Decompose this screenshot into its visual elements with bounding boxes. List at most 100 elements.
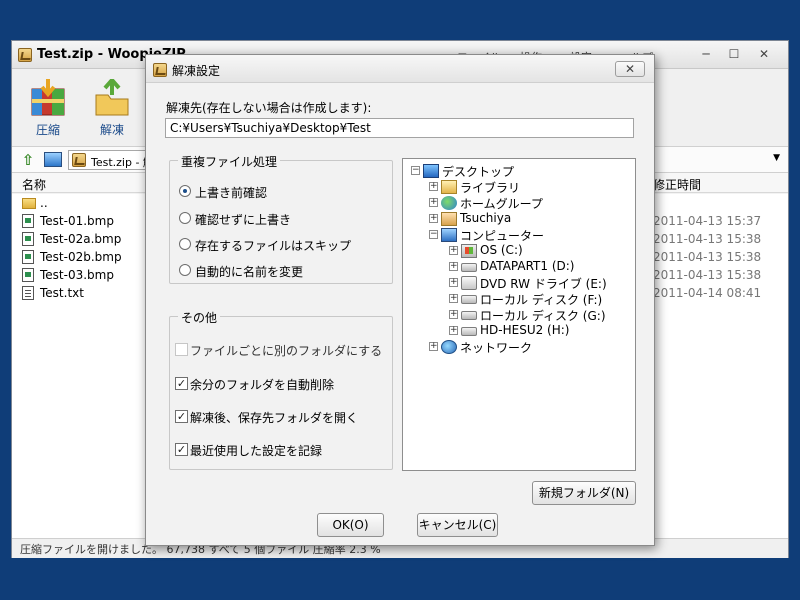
bmp-file-icon <box>22 214 34 228</box>
checkmark-icon: ✓ <box>175 410 188 423</box>
tree-label: DVD RW ドライブ (E:) <box>480 277 607 291</box>
tree-label: ローカル ディスク (F:) <box>480 293 603 307</box>
extract-settings-dialog: 解凍設定 ✕ 解凍先(存在しない場合は作成します): 重複ファイル処理 上書き前… <box>145 54 655 546</box>
drive-icon <box>461 263 477 272</box>
expand-icon[interactable]: + <box>449 310 458 319</box>
os-drive-icon <box>461 244 477 258</box>
destination-input[interactable] <box>165 118 634 138</box>
tree-label: ネットワーク <box>460 341 533 355</box>
radio-selected-icon <box>179 185 191 197</box>
tree-label: HD-HESU2 (H:) <box>480 323 570 337</box>
radio-icon <box>179 264 191 276</box>
tree-label: ローカル ディスク (G:) <box>480 309 606 323</box>
expand-icon[interactable]: + <box>449 278 458 287</box>
file-name: Test.txt <box>40 286 84 300</box>
dvd-drive-icon <box>461 276 477 290</box>
up-arrow-icon[interactable]: ⇧ <box>19 151 37 169</box>
checkbox-label: 余分のフォルダを自動削除 <box>190 378 335 392</box>
bmp-file-icon <box>22 250 34 264</box>
checkbox-label: 最近使用した設定を記録 <box>190 444 323 458</box>
expand-icon[interactable]: + <box>449 246 458 255</box>
drive-icon <box>461 327 477 336</box>
bmp-file-icon <box>22 232 34 246</box>
close-button[interactable]: ✕ <box>752 45 776 63</box>
radio-label: 存在するファイルはスキップ <box>195 239 352 253</box>
column-modified[interactable]: 修正時間 <box>653 176 701 193</box>
tree-label: デスクトップ <box>442 165 515 179</box>
tree-label: Tsuchiya <box>460 211 512 225</box>
file-name: Test-02b.bmp <box>40 250 122 264</box>
extract-button[interactable]: 解凍 <box>86 76 138 138</box>
compress-icon <box>30 79 66 117</box>
file-date: 2011-04-14 08:41 <box>653 286 762 300</box>
desktop-icon <box>423 164 439 178</box>
radio-label: 上書き前確認 <box>195 186 268 200</box>
checkbox-icon <box>175 343 188 356</box>
compress-button[interactable]: 圧縮 <box>22 79 74 138</box>
expand-icon[interactable]: + <box>429 214 438 223</box>
address-dropdown-icon[interactable]: ▼ <box>773 153 780 163</box>
expand-icon[interactable]: + <box>429 342 438 351</box>
other-options-group: その他 ファイルごとに別のフォルダにする ✓ 余分のフォルダを自動削除 ✓ 解凍… <box>169 309 393 470</box>
file-date: 2011-04-13 15:38 <box>653 250 762 264</box>
duplicate-handling-group: 重複ファイル処理 上書き前確認 確認せずに上書き 存在するファイルはスキップ 自… <box>169 153 393 284</box>
checkbox-label: 解凍後、保存先フォルダを開く <box>190 411 359 425</box>
drive-icon <box>461 295 477 304</box>
cancel-button[interactable]: キャンセル(C) <box>417 513 498 537</box>
expand-icon[interactable]: + <box>449 262 458 271</box>
minimize-button[interactable]: ─ <box>694 45 718 63</box>
radio-label: 自動的に名前を変更 <box>195 265 304 279</box>
tree-label: ライブラリ <box>460 181 521 195</box>
radio-label: 確認せずに上書き <box>195 213 292 227</box>
collapse-icon[interactable]: − <box>411 166 420 175</box>
parent-folder-icon <box>22 198 36 209</box>
column-name[interactable]: 名称 <box>22 176 46 193</box>
checkmark-icon: ✓ <box>175 377 188 390</box>
file-name: Test-01.bmp <box>40 214 114 228</box>
tree-label: ホームグループ <box>460 197 543 211</box>
expand-icon[interactable]: + <box>449 326 458 335</box>
radio-icon <box>179 238 191 250</box>
dialog-title-bar: 解凍設定 ✕ <box>146 55 654 83</box>
dialog-title: 解凍設定 <box>172 64 221 78</box>
compress-label: 圧縮 <box>35 123 60 137</box>
checkbox-label: ファイルごとに別のフォルダにする <box>190 344 383 358</box>
duplicate-handling-title: 重複ファイル処理 <box>178 153 281 170</box>
radio-icon <box>179 212 191 224</box>
extract-icon <box>94 76 130 117</box>
file-date: 2011-04-13 15:38 <box>653 232 762 246</box>
file-name: Test-02a.bmp <box>40 232 122 246</box>
tree-label: OS (C:) <box>480 243 523 257</box>
text-file-icon <box>22 286 34 300</box>
network-icon <box>441 340 457 354</box>
collapse-icon[interactable]: − <box>429 230 438 239</box>
drive-icon <box>461 311 477 320</box>
user-folder-icon <box>441 212 457 226</box>
ok-button[interactable]: OK(O) <box>317 513 384 537</box>
library-icon <box>441 180 457 194</box>
file-date: 2011-04-13 15:38 <box>653 268 762 282</box>
file-name: Test-03.bmp <box>40 268 114 282</box>
zip-file-icon <box>72 153 86 167</box>
bmp-file-icon <box>22 268 34 282</box>
app-icon <box>18 48 32 62</box>
other-options-title: その他 <box>178 309 221 326</box>
expand-icon[interactable]: + <box>429 182 438 191</box>
checkmark-icon: ✓ <box>175 443 188 456</box>
folder-tree[interactable]: − デスクトップ + ライブラリ + ホームグループ + Tsuchiya − … <box>402 158 636 471</box>
tree-label: コンピューター <box>460 229 545 243</box>
dialog-close-button[interactable]: ✕ <box>615 61 645 77</box>
tree-label: DATAPART1 (D:) <box>480 259 575 273</box>
file-name: .. <box>40 196 48 210</box>
new-folder-button[interactable]: 新規フォルダ(N) <box>532 481 636 505</box>
computer-icon <box>441 228 457 242</box>
maximize-button[interactable]: ☐ <box>722 45 746 63</box>
app-icon <box>153 63 167 77</box>
extract-label: 解凍 <box>99 123 124 137</box>
expand-icon[interactable]: + <box>429 198 438 207</box>
file-date: 2011-04-13 15:37 <box>653 214 762 228</box>
desktop-icon[interactable] <box>44 152 62 167</box>
destination-label: 解凍先(存在しない場合は作成します): <box>166 101 372 115</box>
expand-icon[interactable]: + <box>449 294 458 303</box>
homegroup-icon <box>441 196 457 210</box>
